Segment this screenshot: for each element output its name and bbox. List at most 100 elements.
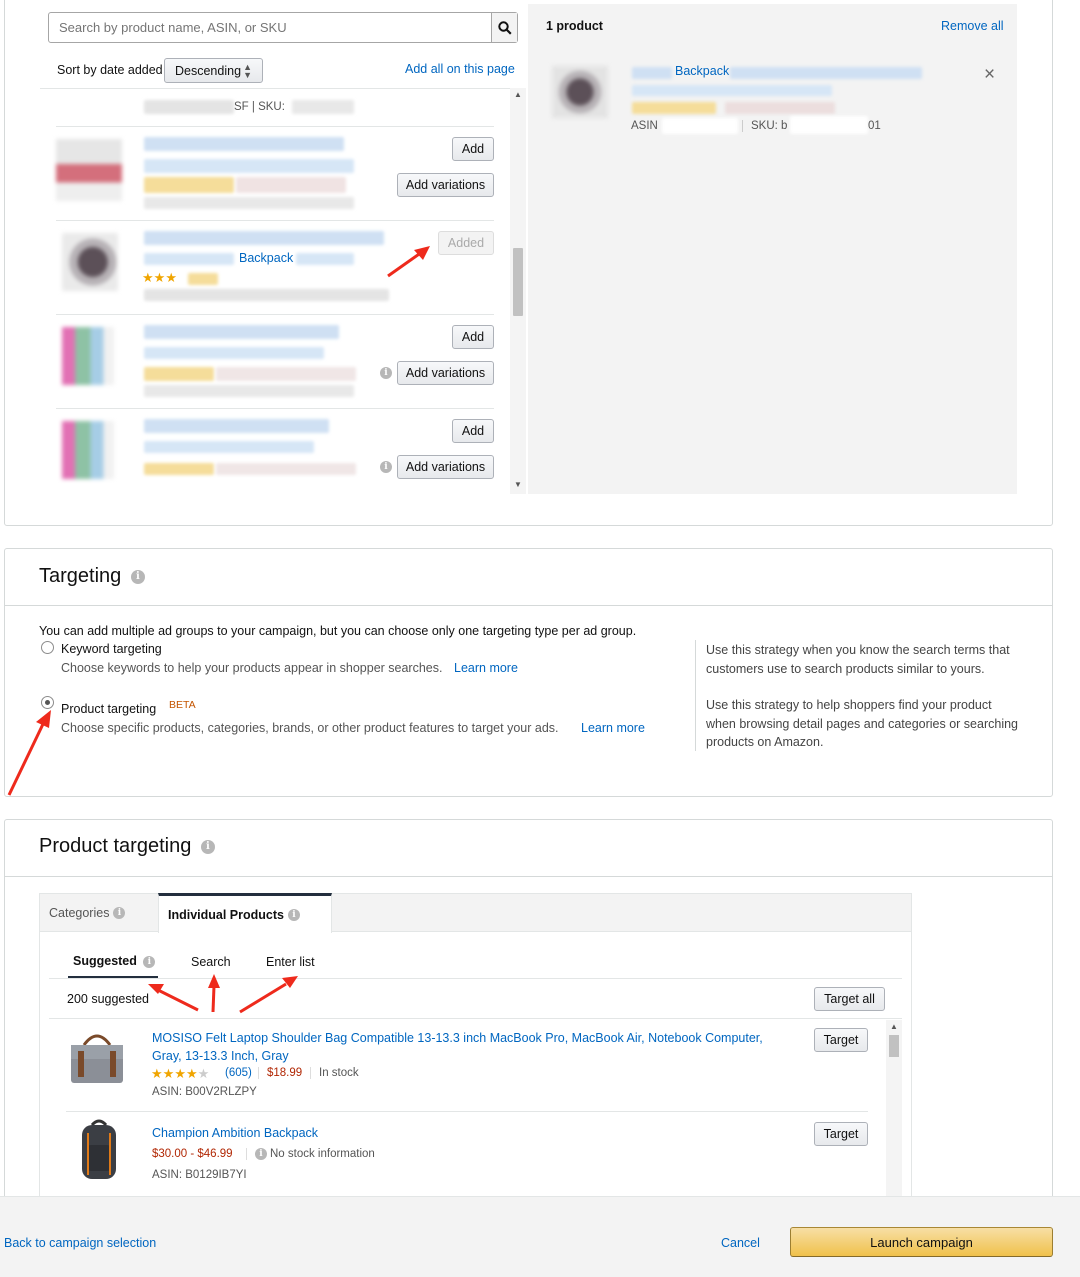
info-icon[interactable]: i [143,955,156,968]
target-button[interactable]: Target [814,1122,868,1146]
blurred-text [144,367,214,381]
keyword-targeting-label[interactable]: Keyword targeting [61,642,162,656]
suggestion-title[interactable]: MOSISO Felt Laptop Shoulder Bag Compatib… [152,1031,763,1045]
list-item: Add i Add variations [56,315,494,409]
product-targeting-title: Product targeting [39,835,192,857]
suggestion-item: MOSISO Felt Laptop Shoulder Bag Compatib… [66,1026,876,1110]
added-button: Added [438,231,494,255]
review-count[interactable]: (605) [225,1067,252,1079]
keyword-help-text: Use this strategy when you know the sear… [706,643,1010,676]
radio-icon[interactable] [41,641,54,654]
tab-individual-products[interactable]: Individual Products i [158,893,332,933]
target-all-button[interactable]: Target all [814,987,885,1011]
blurred-text [144,137,344,151]
tab-categories-label: Categories [49,905,110,920]
blurred-text [144,441,314,453]
add-button[interactable]: Add [452,137,494,161]
blurred-text [144,385,354,397]
rating-stars: ★★★ [142,270,177,286]
back-to-campaign-link[interactable]: Back to campaign selection [4,1236,156,1250]
selected-count: 1 product [546,19,603,33]
add-all-link[interactable]: Add all on this page [405,62,515,76]
launch-campaign-button[interactable]: Launch campaign [790,1227,1053,1257]
asin: ASIN: B0129IB7YI [152,1169,247,1181]
sort-select[interactable]: Descending ▲ ▼ [164,58,263,83]
suggestion-scrollbar[interactable]: ▲ [886,1020,902,1200]
blurred-text [632,67,672,79]
laptop-bag-thumbnail [71,1034,123,1083]
product-title-fragment[interactable]: Backpack [239,251,293,265]
cancel-link[interactable]: Cancel [721,1236,760,1250]
product-search-input[interactable] [49,13,491,42]
keyword-learn-more[interactable]: Learn more [454,661,518,675]
info-icon[interactable]: i [255,1148,267,1160]
info-icon[interactable]: i [380,367,392,379]
blurred-text [144,100,234,114]
blurred-text [144,325,339,339]
selected-asin-label: ASIN [631,120,658,132]
list-item: Add Add variations [56,127,494,221]
stock-status: In stock [310,1067,359,1079]
list-divider [66,1111,868,1112]
scroll-thumb[interactable] [889,1035,899,1057]
add-button[interactable]: Add [452,325,494,349]
blurred-text [632,85,832,96]
subtab-suggested[interactable]: Suggested i [73,954,156,968]
selected-sku-label: SKU: b [742,120,787,132]
target-button[interactable]: Target [814,1028,868,1052]
blurred-text [292,100,354,114]
asin: ASIN: B00V2RLZPY [152,1086,257,1098]
add-variations-button[interactable]: Add variations [397,361,494,385]
sort-value: Descending [175,63,242,78]
selected-item-title[interactable]: Backpack [675,64,729,78]
info-icon[interactable]: i [113,906,126,919]
close-icon[interactable]: × [984,64,995,86]
list-item: Backpack ★★★ Added [56,221,494,315]
product-thumbnail [56,139,122,201]
section-divider [5,605,1052,606]
search-button[interactable] [491,13,517,42]
info-icon[interactable]: i [288,908,300,921]
blurred-text [662,118,738,134]
section-divider [5,876,1052,877]
list-scrollbar[interactable]: ▲ ▼ [510,88,526,494]
product-targeting-label[interactable]: Product targeting [61,702,156,716]
info-icon[interactable]: i [200,839,215,854]
subtab-enter-list[interactable]: Enter list [266,955,315,969]
suggestion-title[interactable]: Champion Ambition Backpack [152,1126,318,1140]
tab-categories[interactable]: Categories i [40,894,158,931]
scroll-up-icon[interactable]: ▲ [514,90,522,99]
remove-all-link[interactable]: Remove all [941,19,1004,33]
price: $30.00 - $46.99 [152,1148,233,1160]
star-icon: ★ [142,270,154,285]
product-thumbnail [62,421,114,479]
backpack-thumbnail [82,1119,116,1179]
blurred-text [144,231,384,245]
product-thumbnail [62,233,118,291]
add-variations-button[interactable]: Add variations [397,455,494,479]
stock-status: No stock information [270,1148,375,1161]
search-icon [497,20,512,35]
radio-icon[interactable] [41,696,54,709]
blurred-text [790,116,868,134]
product-thumbnail [62,327,114,385]
info-icon[interactable]: i [130,569,145,584]
scroll-thumb[interactable] [513,248,523,316]
targeting-intro: You can add multiple ad groups to your c… [39,624,637,638]
add-variations-button[interactable]: Add variations [397,173,494,197]
add-button[interactable]: Add [452,419,494,443]
blurred-text [296,253,354,265]
scroll-up-icon[interactable]: ▲ [890,1022,898,1031]
info-icon[interactable]: i [380,461,392,473]
suggestion-title-line2[interactable]: Gray, 13-13.3 Inch, Gray [152,1049,289,1063]
blurred-text [144,177,234,193]
star-icon: ★ [165,270,177,285]
row-partial-meta: SF | SKU: [234,101,285,113]
subtab-suggested-label: Suggested [73,954,137,968]
stock-info: i No stock information [246,1148,375,1161]
scroll-down-icon[interactable]: ▼ [514,480,522,489]
subtab-search[interactable]: Search [191,955,231,969]
product-search-box[interactable] [48,12,518,43]
star-icon: ★ [153,270,166,285]
product-learn-more[interactable]: Learn more [581,721,645,735]
